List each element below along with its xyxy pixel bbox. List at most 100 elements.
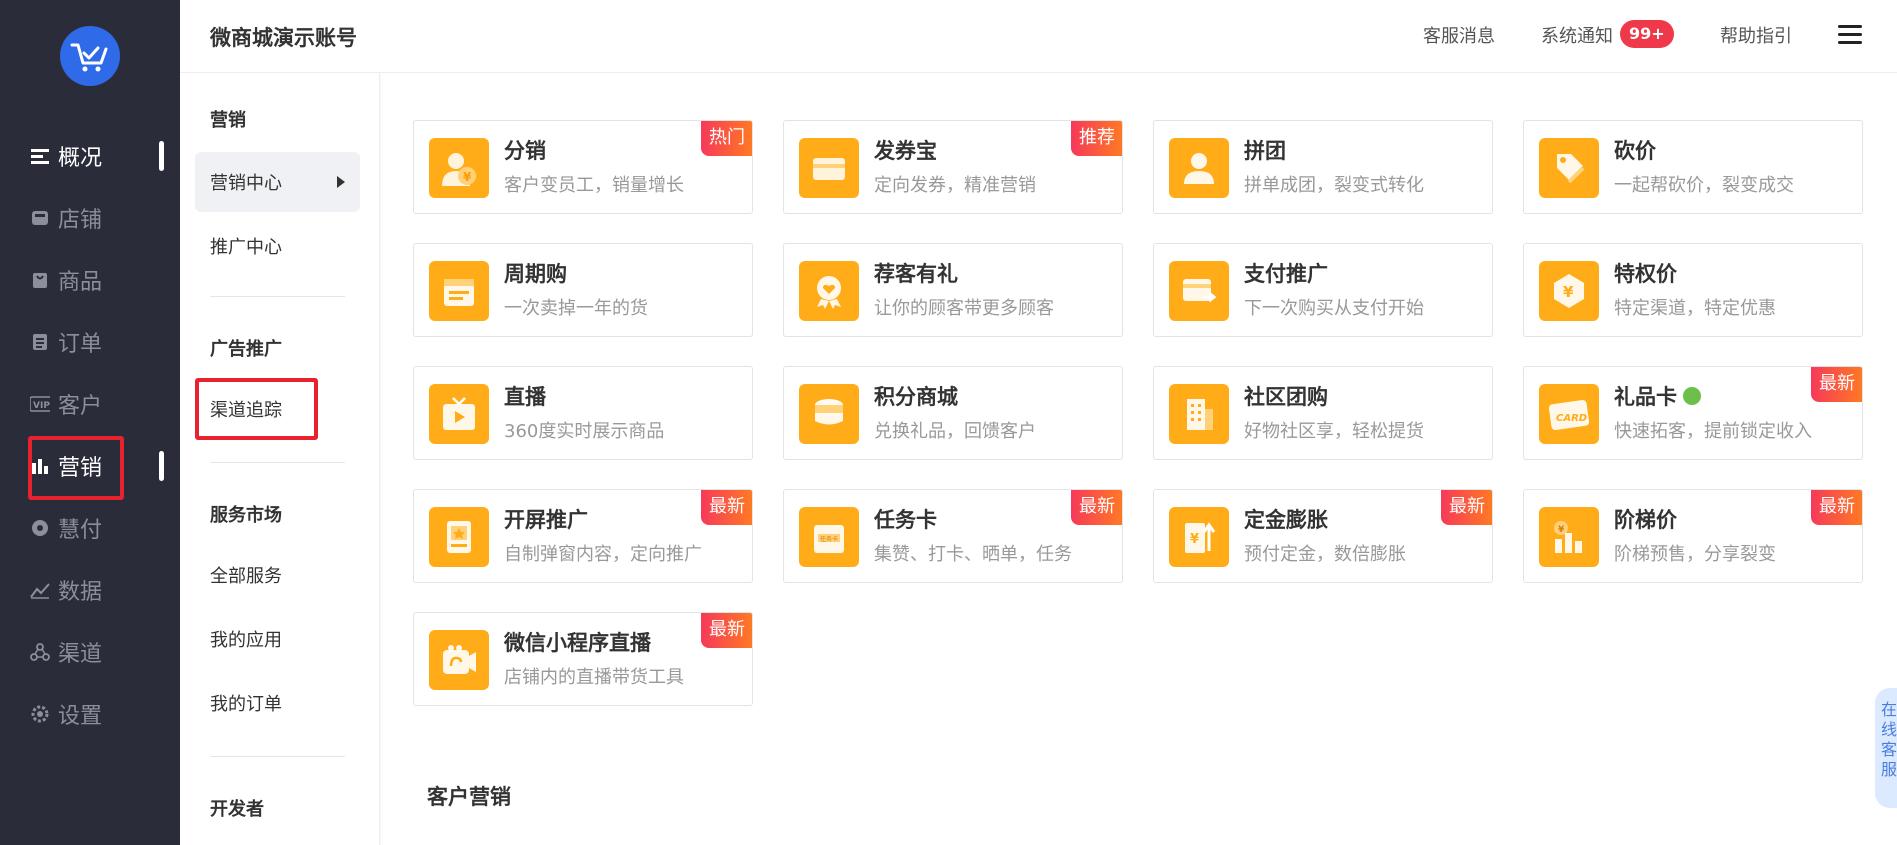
submenu-item-label: 推广中心 — [210, 237, 282, 258]
section-title-customer-marketing: 客户营销 — [427, 785, 511, 809]
link-icon — [1683, 387, 1701, 405]
calendar-icon — [429, 261, 489, 321]
card-desc: 下一次购买从支付开始 — [1244, 298, 1424, 319]
trend-icon — [30, 580, 50, 600]
app-card-periodic-purchase[interactable]: 周期购 一次卖掉一年的货 — [413, 243, 753, 337]
cart-check-icon — [70, 43, 108, 72]
vip-icon: VIP — [30, 394, 50, 414]
card-title: 荐客有礼 — [874, 262, 958, 286]
badge-new: 最新 — [701, 490, 752, 525]
gear-icon — [30, 704, 50, 724]
help-link[interactable]: 帮助指引 — [1720, 22, 1792, 48]
svg-text:VIP: VIP — [33, 401, 50, 411]
deposit-icon: ¥ — [1169, 507, 1229, 567]
app-card-bargain[interactable]: 砍价 一起帮砍价，裂变成交 — [1523, 120, 1863, 214]
overview-icon — [30, 146, 50, 166]
card-title: 分销 — [504, 139, 546, 163]
gift-card-text: CARD — [1556, 413, 1587, 424]
app-card-tier-price[interactable]: ¥ 阶梯价 阶梯预售，分享裂变 最新 — [1523, 489, 1863, 583]
rail-item-goods[interactable]: 商品 — [0, 249, 180, 311]
shop-logo[interactable] — [60, 26, 120, 86]
submenu-item-marketing-center[interactable]: 营销中心 — [195, 152, 360, 212]
rail-item-label: 数据 — [58, 580, 103, 605]
card-desc: 自制弹窗内容，定向推广 — [504, 544, 702, 565]
submenu-item-channel-tracking[interactable]: 渠道追踪 — [195, 379, 360, 439]
card-title: 周期购 — [504, 262, 567, 286]
privilege-price-icon: ¥ — [1539, 261, 1599, 321]
rail-item-channels[interactable]: 渠道 — [0, 621, 180, 683]
rail-item-label: 商品 — [58, 270, 103, 295]
card-desc: 拼单成团，裂变式转化 — [1244, 175, 1424, 196]
app-card-group-buy[interactable]: 拼团 拼单成团，裂变式转化 — [1153, 120, 1493, 214]
app-root: 概况 店铺 商品 订单 VIP 客户 营销 慧付 数据 渠道 设置 微商城演示账… — [0, 0, 1897, 845]
card-title: 直播 — [504, 385, 546, 409]
main-content: ¥ 分销 客户变员工，销量增长 热门 发券宝 定向发券，精准营销 推荐 拼团 拼… — [381, 73, 1897, 845]
app-card-coupon[interactable]: 发券宝 定向发券，精准营销 推荐 — [783, 120, 1123, 214]
app-card-live[interactable]: 直播 360度实时展示商品 — [413, 366, 753, 460]
rail-item-data[interactable]: 数据 — [0, 559, 180, 621]
app-card-privilege-price[interactable]: ¥ 特权价 特定渠道，特定优惠 — [1523, 243, 1863, 337]
secondary-sidebar: 营销 营销中心 推广中心 广告推广 渠道追踪 服务市场 全部服务 我的应用 我的… — [180, 73, 380, 845]
top-header: 微商城演示账号 客服消息 系统通知 99+ 帮助指引 — [180, 0, 1897, 73]
card-desc: 好物社区享，轻松提货 — [1244, 421, 1424, 442]
rail-item-overview[interactable]: 概况 — [0, 125, 180, 187]
payment-promo-icon — [1169, 261, 1229, 321]
rail-item-marketing[interactable]: 营销 — [0, 435, 180, 497]
rail-item-pay[interactable]: 慧付 — [0, 497, 180, 559]
submenu-item-my-orders[interactable]: 我的订单 — [195, 673, 360, 733]
store-icon — [30, 208, 50, 228]
tier-price-icon: ¥ — [1539, 507, 1599, 567]
app-card-deposit-expansion[interactable]: ¥ 定金膨胀 预付定金，数倍膨胀 最新 — [1153, 489, 1493, 583]
notice-count-badge: 99+ — [1620, 20, 1674, 48]
app-card-distribution[interactable]: ¥ 分销 客户变员工，销量增长 热门 — [413, 120, 753, 214]
submenu-item-my-apps[interactable]: 我的应用 — [195, 609, 360, 669]
system-notice-link[interactable]: 系统通知 — [1541, 22, 1613, 48]
badge-new: 最新 — [1441, 490, 1492, 525]
active-indicator — [159, 451, 164, 481]
rail-item-store[interactable]: 店铺 — [0, 187, 180, 249]
card-desc: 兑换礼品，回馈客户 — [874, 421, 1036, 442]
submenu-item-promotion-center[interactable]: 推广中心 — [195, 216, 360, 276]
badge-new: 最新 — [1811, 367, 1862, 402]
rail-item-orders[interactable]: 订单 — [0, 311, 180, 373]
customer-service-link[interactable]: 客服消息 — [1423, 22, 1495, 48]
rail-item-customers[interactable]: VIP 客户 — [0, 373, 180, 435]
bargain-icon — [1539, 138, 1599, 198]
card-title: 任务卡 — [874, 508, 937, 532]
active-indicator — [159, 141, 164, 171]
card-desc: 集赞、打卡、晒单，任务 — [874, 544, 1072, 565]
card-desc: 定向发券，精准营销 — [874, 175, 1036, 196]
card-title: 社区团购 — [1244, 385, 1328, 409]
submenu-item-all-services[interactable]: 全部服务 — [195, 545, 360, 605]
building-icon — [1169, 384, 1229, 444]
submenu-heading-service-market: 服务市场 — [210, 505, 282, 526]
card-desc: 一起帮砍价，裂变成交 — [1614, 175, 1794, 196]
app-card-payment-promo[interactable]: 支付推广 下一次购买从支付开始 — [1153, 243, 1493, 337]
rail-item-settings[interactable]: 设置 — [0, 683, 180, 745]
bar-chart-icon — [30, 456, 50, 476]
app-card-referral[interactable]: 荐客有礼 让你的顾客带更多顾客 — [783, 243, 1123, 337]
card-title: 发券宝 — [874, 139, 937, 163]
svg-text:¥: ¥ — [1190, 532, 1199, 547]
app-card-gift-card[interactable]: CARD 礼品卡 快速拓客，提前锁定收入 最新 — [1523, 366, 1863, 460]
app-card-splash-promo[interactable]: 开屏推广 自制弹窗内容，定向推广 最新 — [413, 489, 753, 583]
app-card-community-group-buy[interactable]: 社区团购 好物社区享，轻松提货 — [1153, 366, 1493, 460]
badge-new: 最新 — [701, 613, 752, 648]
card-title: 定金膨胀 — [1244, 508, 1328, 532]
divider — [210, 462, 345, 463]
online-service-tab[interactable]: 在线客服 — [1875, 688, 1897, 808]
app-card-mini-program-live[interactable]: 微信小程序直播 店铺内的直播带货工具 最新 — [413, 612, 753, 706]
app-card-task-card[interactable]: 任务卡 任务卡 集赞、打卡、晒单，任务 最新 — [783, 489, 1123, 583]
hamburger-menu-icon[interactable] — [1838, 25, 1862, 45]
card-title: 礼品卡 — [1614, 381, 1701, 411]
card-title: 支付推广 — [1244, 262, 1328, 286]
app-card-points-mall[interactable]: 积分商城 兑换礼品，回馈客户 — [783, 366, 1123, 460]
primary-sidebar: 概况 店铺 商品 订单 VIP 客户 营销 慧付 数据 渠道 设置 — [0, 0, 180, 845]
submenu-heading-ads: 广告推广 — [210, 339, 282, 360]
live-tv-icon — [429, 384, 489, 444]
badge-new: 最新 — [1071, 490, 1122, 525]
svg-text:¥: ¥ — [463, 170, 472, 184]
referral-icon — [799, 261, 859, 321]
task-card-text: 任务卡 — [820, 535, 838, 543]
card-desc: 预付定金，数倍膨胀 — [1244, 544, 1406, 565]
